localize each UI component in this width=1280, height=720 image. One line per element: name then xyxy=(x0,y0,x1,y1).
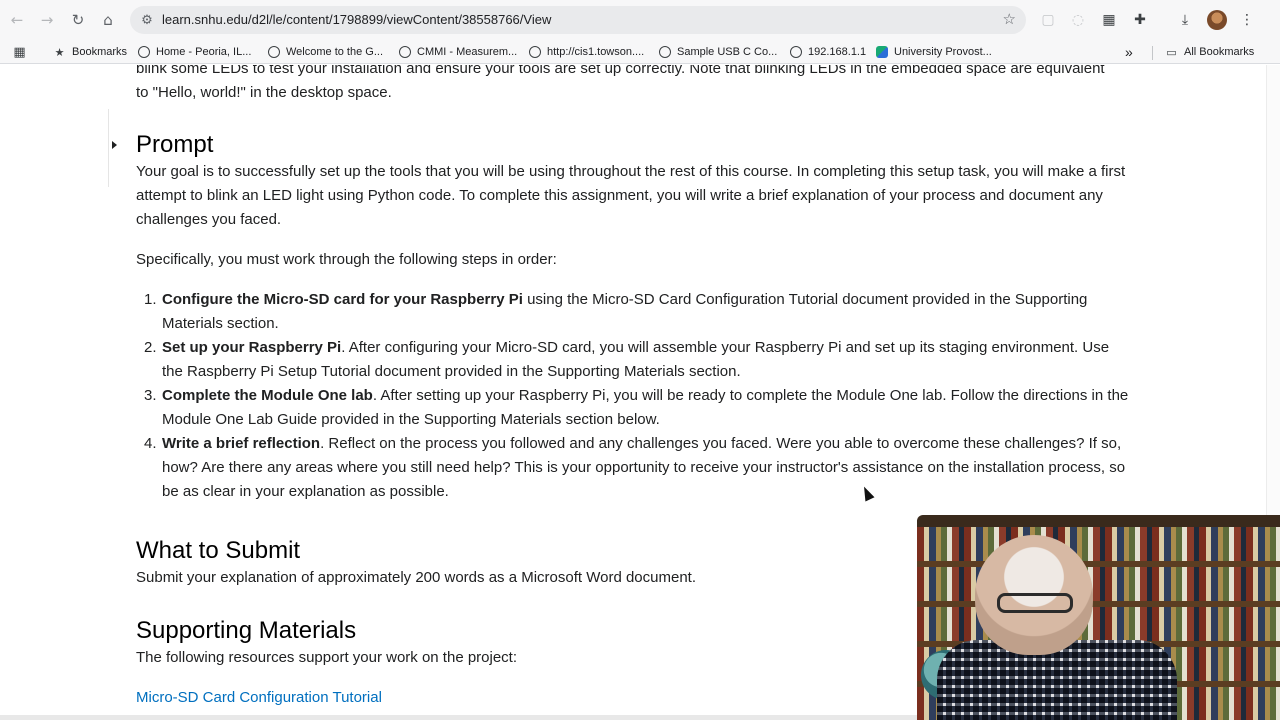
download-icon[interactable]: ⤓ xyxy=(1175,10,1195,30)
app-icon xyxy=(876,46,888,58)
bookmark-label: Bookmarks xyxy=(72,46,128,58)
all-bookmarks-button[interactable]: ▭ All Bookmarks xyxy=(1165,44,1254,60)
extension-icon[interactable]: ▢ xyxy=(1038,10,1058,30)
extension-icon[interactable]: ◌ xyxy=(1068,10,1088,30)
bookshelf-books xyxy=(917,567,1280,601)
step-number: 1. xyxy=(144,291,157,308)
globe-icon xyxy=(659,46,671,58)
bookmark-item[interactable]: 192.168.1.1 xyxy=(790,44,866,60)
step-title: Write a brief reflection xyxy=(162,435,321,452)
bookmark-item[interactable]: Welcome to the G... xyxy=(268,44,383,60)
bookshelf-books xyxy=(917,527,1280,561)
bookshelf-books xyxy=(917,607,1280,641)
step-title: Configure the Micro-SD card for your Ras… xyxy=(162,291,523,308)
star-icon[interactable]: ☆ xyxy=(1003,10,1016,28)
reload-icon[interactable]: ↻ xyxy=(66,8,90,32)
prompt-heading: Prompt xyxy=(136,131,214,158)
micro-sd-tutorial-link[interactable]: Micro-SD Card Configuration Tutorial xyxy=(136,686,382,710)
address-bar[interactable]: ⚙ learn.snhu.edu/d2l/le/content/1798899/… xyxy=(130,6,1026,34)
bookmark-label: http://cis1.towson.... xyxy=(547,46,645,58)
globe-icon xyxy=(268,46,280,58)
bookmark-item[interactable]: Home - Peoria, IL... xyxy=(138,44,251,60)
bookmark-item[interactable]: ★ Bookmarks xyxy=(53,44,127,60)
steps-list: 1. Configure the Micro-SD card for your … xyxy=(144,288,1132,504)
bookmark-label: 192.168.1.1 xyxy=(808,46,867,58)
presenter-glasses xyxy=(997,593,1073,613)
supporting-materials-heading: Supporting Materials xyxy=(136,617,357,644)
list-item: 1. Configure the Micro-SD card for your … xyxy=(144,288,1132,336)
globe-icon xyxy=(138,46,150,58)
all-bookmarks-label: All Bookmarks xyxy=(1184,46,1255,58)
submit-heading: What to Submit xyxy=(136,537,301,564)
bookmark-item[interactable]: Sample USB C Co... xyxy=(659,44,777,60)
bookmark-label: Home - Peoria, IL... xyxy=(156,46,252,58)
globe-icon xyxy=(529,46,541,58)
browser-toolbar: ← → ↻ ⌂ ⚙ learn.snhu.edu/d2l/le/content/… xyxy=(0,0,1280,40)
caret-right-icon[interactable] xyxy=(112,141,117,149)
forward-arrow-icon[interactable]: → xyxy=(35,8,59,32)
folder-icon: ▭ xyxy=(1166,45,1177,59)
extension-icon[interactable]: ▦ xyxy=(1099,10,1119,30)
bookmarks-bar: ▦ ★ Bookmarks Home - Peoria, IL... Welco… xyxy=(0,40,1280,64)
bookmarks-divider xyxy=(1152,46,1153,60)
bookmarks-overflow-button[interactable]: » xyxy=(1125,44,1133,60)
step-number: 4. xyxy=(144,435,157,452)
webcam-overlay xyxy=(917,515,1280,720)
globe-icon xyxy=(790,46,802,58)
bookmark-label: CMMI - Measurem... xyxy=(417,46,518,58)
apps-grid-icon[interactable]: ▦ xyxy=(13,44,32,60)
list-item: 3. Complete the Module One lab. After se… xyxy=(144,384,1132,432)
step-title: Set up your Raspberry Pi xyxy=(162,339,342,356)
home-icon[interactable]: ⌂ xyxy=(96,8,120,32)
bookmark-item[interactable]: http://cis1.towson.... xyxy=(529,44,644,60)
bookmark-label: Welcome to the G... xyxy=(286,46,384,58)
url-text[interactable]: learn.snhu.edu/d2l/le/content/1798899/vi… xyxy=(162,12,551,27)
intro-paragraph: blink some LEDs to test your installatio… xyxy=(136,65,1105,101)
bookmark-item[interactable]: University Provost... xyxy=(876,44,992,60)
back-arrow-icon[interactable]: ← xyxy=(5,8,29,32)
bookmark-label: Sample USB C Co... xyxy=(677,46,778,58)
globe-icon xyxy=(399,46,411,58)
puzzle-icon[interactable]: ✚ xyxy=(1130,10,1150,30)
step-number: 2. xyxy=(144,339,157,356)
bookmark-label: University Provost... xyxy=(894,46,992,58)
list-item: 4. Write a brief reflection. Reflect on … xyxy=(144,432,1132,504)
prompt-paragraph: Your goal is to successfully set up the … xyxy=(136,163,1126,228)
list-item: 2. Set up your Raspberry Pi. After confi… xyxy=(144,336,1132,384)
step-number: 3. xyxy=(144,387,157,404)
avatar[interactable] xyxy=(1207,10,1227,30)
step-title: Complete the Module One lab xyxy=(162,387,373,404)
kebab-menu-icon[interactable]: ⋮ xyxy=(1237,10,1257,30)
steps-intro: Specifically, you must work through the … xyxy=(136,251,557,268)
sidebar-toggle[interactable] xyxy=(108,109,121,187)
bookmark-item[interactable]: CMMI - Measurem... xyxy=(399,44,517,60)
tune-icon[interactable]: ⚙ xyxy=(138,11,156,29)
star-icon: ★ xyxy=(54,45,65,59)
